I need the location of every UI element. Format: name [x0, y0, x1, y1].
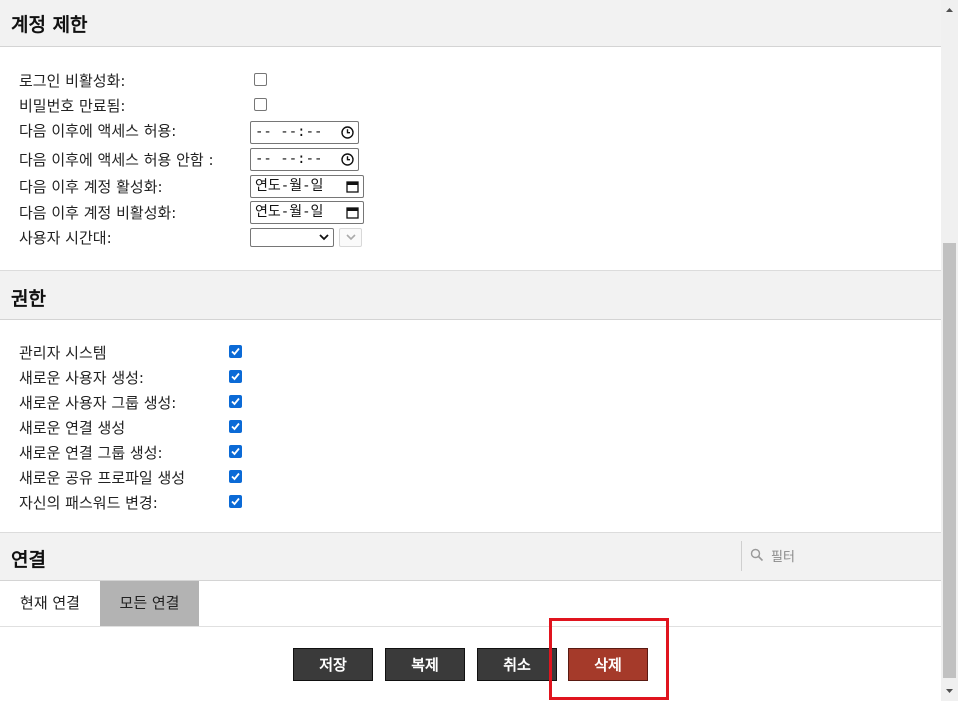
password-expired-label: 비밀번호 만료됨: — [19, 97, 126, 115]
scroll-down-arrow-icon[interactable] — [941, 684, 958, 698]
search-icon — [750, 548, 764, 562]
enable-account-after-label: 다음 이후 계정 활성화: — [19, 178, 163, 196]
timezone-label: 사용자 시간대: — [19, 229, 112, 247]
checkmark-icon — [231, 397, 240, 406]
password-expired-checkbox[interactable] — [254, 98, 267, 111]
highlight-box — [549, 618, 669, 700]
login-disabled-checkbox[interactable] — [254, 73, 267, 86]
timezone-city-select[interactable] — [339, 228, 362, 247]
scroll-up-arrow-icon[interactable] — [941, 3, 958, 17]
time-value: -- --:-- — [255, 151, 323, 167]
permission-checkbox[interactable] — [229, 395, 242, 408]
permission-label: 자신의 패스워드 변경: — [19, 494, 158, 512]
time-value: -- --:-- — [255, 124, 323, 140]
chevron-down-icon — [346, 234, 356, 241]
allow-access-after-label: 다음 이후에 액세스 허용: — [19, 122, 177, 140]
clock-icon — [341, 126, 354, 139]
chevron-down-icon — [319, 234, 329, 241]
clock-icon — [341, 153, 354, 166]
permission-checkbox[interactable] — [229, 495, 242, 508]
login-disabled-label: 로그인 비활성화: — [19, 72, 126, 90]
section-title: 계정 제한 — [11, 14, 88, 36]
tab-all-connections[interactable]: 모든 연결 — [100, 581, 199, 626]
permission-label: 관리자 시스템 — [19, 344, 107, 362]
allow-access-after-time-input[interactable]: -- --:-- — [250, 121, 359, 144]
connection-tabs: 현재 연결 모든 연결 — [0, 581, 941, 627]
disable-account-after-label: 다음 이후 계정 비활성화: — [19, 204, 177, 222]
permissions-header: 권한 — [0, 270, 941, 320]
clone-button[interactable]: 복제 — [385, 648, 465, 681]
permission-checkbox[interactable] — [229, 370, 242, 383]
calendar-icon — [346, 207, 359, 219]
checkmark-icon — [231, 347, 240, 356]
save-button[interactable]: 저장 — [293, 648, 373, 681]
connections-header: 연결 필터 — [0, 532, 941, 581]
tab-current-connections[interactable]: 현재 연결 — [0, 581, 100, 626]
deny-access-after-time-input[interactable]: -- --:-- — [250, 148, 359, 171]
permission-label: 새로운 공유 프로파일 생성 — [19, 469, 186, 487]
checkmark-icon — [231, 497, 240, 506]
permission-label: 새로운 사용자 그룹 생성: — [19, 394, 177, 412]
user-editor-page: 계정 제한 로그인 비활성화: 비밀번호 만료됨: 다음 이후에 액세스 허용:… — [0, 0, 941, 701]
filter-input-placeholder: 필터 — [771, 550, 795, 565]
disable-account-after-date-input[interactable]: 연도-월-일 — [250, 201, 364, 224]
permission-label: 새로운 연결 생성 — [19, 419, 126, 437]
section-title: 연결 — [11, 549, 46, 571]
section-title: 권한 — [11, 288, 46, 310]
account-restrictions-header: 계정 제한 — [0, 0, 941, 47]
filter-field[interactable]: 필터 — [741, 541, 941, 571]
calendar-icon — [346, 181, 359, 193]
permission-checkbox[interactable] — [229, 445, 242, 458]
permission-checkbox[interactable] — [229, 345, 242, 358]
permission-label: 새로운 사용자 생성: — [19, 369, 144, 387]
date-value: 연도-월-일 — [255, 204, 324, 220]
checkmark-icon — [231, 472, 240, 481]
permission-checkbox[interactable] — [229, 470, 242, 483]
timezone-region-select[interactable] — [250, 228, 334, 247]
date-value: 연도-월-일 — [255, 178, 324, 194]
permission-label: 새로운 연결 그룹 생성: — [19, 444, 163, 462]
checkmark-icon — [231, 447, 240, 456]
checkmark-icon — [231, 422, 240, 431]
deny-access-after-label: 다음 이후에 액세스 허용 안함 : — [19, 151, 214, 169]
scrollbar-thumb[interactable] — [943, 243, 956, 678]
permission-checkbox[interactable] — [229, 420, 242, 433]
cancel-button[interactable]: 취소 — [477, 648, 557, 681]
enable-account-after-date-input[interactable]: 연도-월-일 — [250, 175, 364, 198]
checkmark-icon — [231, 372, 240, 381]
